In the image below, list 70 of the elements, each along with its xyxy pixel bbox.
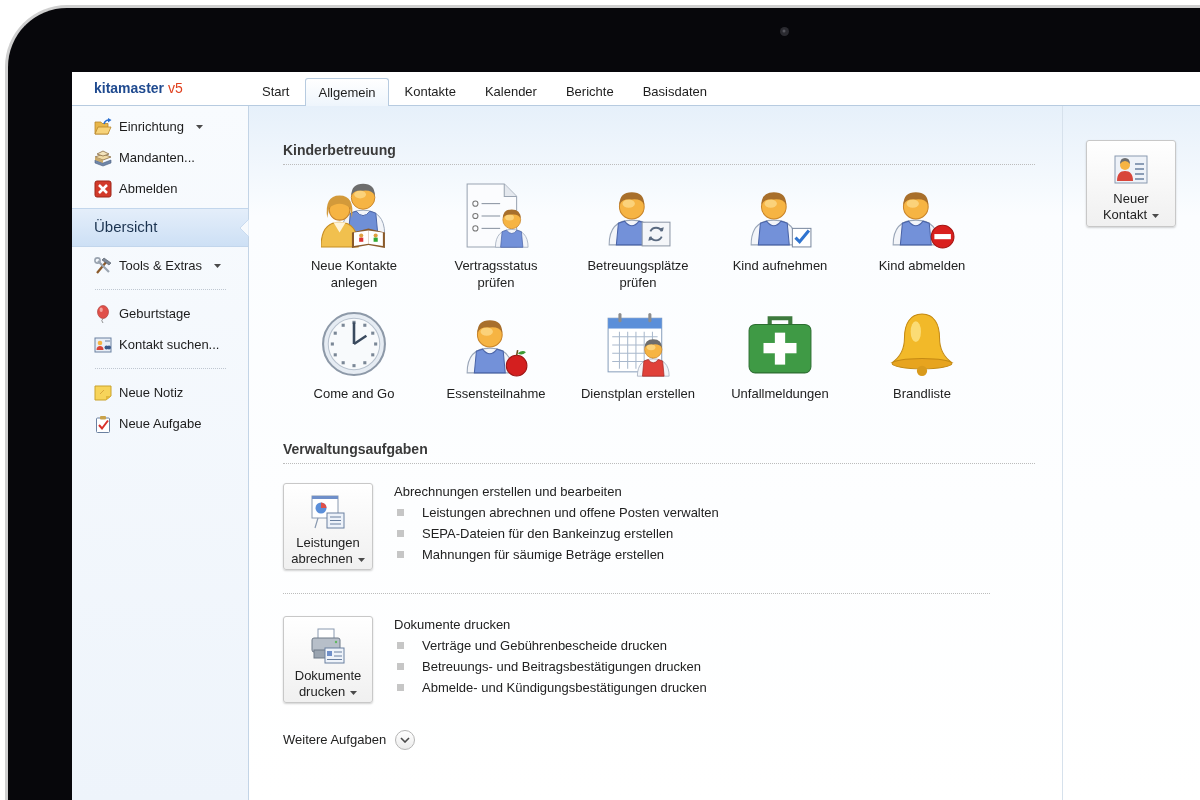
tab[interactable]: Kontakte bbox=[391, 78, 469, 105]
dropdown-button[interactable]: Dokumente drucken bbox=[283, 616, 373, 703]
balloon-icon bbox=[94, 304, 112, 323]
hammer-and-wrench-icon bbox=[94, 256, 112, 275]
task-description: Abmelde- und Kündigungsbestätigungen drucken bbox=[422, 678, 707, 697]
printer-icon bbox=[310, 628, 346, 664]
tab[interactable]: Kalender bbox=[471, 78, 550, 105]
caret-icon bbox=[350, 690, 358, 695]
shortcut-tile[interactable]: Kind aufnehmen bbox=[709, 183, 851, 274]
shortcut-tile[interactable]: Come and Go bbox=[283, 311, 425, 402]
folder-with-arrow-icon bbox=[94, 117, 112, 136]
contact-card-icon bbox=[94, 335, 112, 354]
bullet-square-icon bbox=[397, 642, 404, 649]
shortcut-tile[interactable]: Essensteilnahme bbox=[425, 311, 567, 402]
clipboard-with-checkmark-icon bbox=[94, 414, 112, 433]
task-group-title: Abrechnungen erstellen und bearbeiten bbox=[394, 483, 623, 500]
bullet-square-icon bbox=[397, 530, 404, 537]
tab[interactable]: Start bbox=[249, 78, 303, 105]
sidebar-item[interactable]: Kontakt suchen... bbox=[72, 329, 248, 360]
bullet-square-icon bbox=[397, 551, 404, 558]
task-description: Leistungen abrechnen und offene Posten verwalten bbox=[422, 503, 719, 522]
bullet-square-icon bbox=[397, 509, 404, 516]
document-with-person-icon bbox=[463, 183, 529, 249]
sidebar-item[interactable]: Tools & Extras bbox=[72, 250, 248, 281]
stacked-trays-icon bbox=[94, 148, 112, 167]
dropdown-button[interactable]: Neuer Kontakt bbox=[1086, 140, 1176, 227]
section-heading: Verwaltungsaufgaben bbox=[283, 441, 429, 458]
sidebar-item[interactable]: Geburtstage bbox=[72, 298, 248, 329]
task-description: Mahnungen für säumige Beträge erstellen bbox=[422, 545, 665, 564]
bullet-square-icon bbox=[397, 663, 404, 670]
shortcut-tile[interactable]: Dienstplan erstellen bbox=[567, 311, 709, 402]
task-group-title: Dokumente drucken bbox=[394, 616, 512, 633]
contact-card-icon bbox=[1114, 153, 1148, 187]
sidebar-item[interactable]: Neue Aufgabe bbox=[72, 408, 248, 439]
dropdown-button[interactable]: Leistungen abrechnen bbox=[283, 483, 373, 570]
section-heading: Kinderbetreuung bbox=[283, 142, 397, 159]
bullet-square-icon bbox=[397, 684, 404, 691]
shortcut-tile[interactable]: Betreuungsplätze prüfen bbox=[567, 183, 709, 291]
tab[interactable]: Allgemein bbox=[305, 78, 389, 106]
caret-icon bbox=[196, 124, 204, 129]
clock-icon bbox=[321, 311, 387, 377]
bell-icon bbox=[889, 311, 955, 377]
app-logo: kitamaster v5 bbox=[94, 79, 183, 98]
x-square-icon bbox=[94, 179, 112, 198]
tab[interactable]: Basisdaten bbox=[629, 78, 720, 105]
task-description: Betreuungs- und Beitragsbestätigungen drucken bbox=[422, 657, 701, 676]
caret-icon bbox=[1152, 213, 1160, 218]
sidebar-item[interactable]: Neue Notiz bbox=[72, 377, 248, 408]
expand-button[interactable] bbox=[395, 730, 416, 750]
tab[interactable]: Berichte bbox=[552, 78, 627, 105]
people-with-book-icon bbox=[321, 183, 387, 249]
caret-icon bbox=[357, 557, 365, 562]
more-tasks-label: Weitere Aufgaben bbox=[283, 731, 387, 750]
sidebar-nav-item[interactable]: Übersicht bbox=[72, 208, 248, 247]
shortcut-tile[interactable]: Brandliste bbox=[851, 311, 993, 402]
sticky-note-icon bbox=[94, 383, 112, 402]
camera-icon bbox=[780, 27, 789, 36]
sidebar-item[interactable]: Einrichtung bbox=[72, 111, 248, 142]
caret-icon bbox=[214, 263, 222, 268]
shortcut-tile[interactable]: Unfallmeldungen bbox=[709, 311, 851, 402]
shortcut-tile[interactable]: Kind abmelden bbox=[851, 183, 993, 274]
task-description: Verträge und Gebührenbescheide drucken bbox=[422, 636, 667, 655]
shortcut-tile[interactable]: Vertragsstatus prüfen bbox=[425, 183, 567, 291]
calendar-with-person-icon bbox=[605, 311, 671, 377]
presentation-chart-icon bbox=[310, 495, 346, 531]
shortcut-tile[interactable]: Neue Kontakte anlegen bbox=[283, 183, 425, 291]
task-description: SEPA-Dateien für den Bankeinzug erstellen bbox=[422, 524, 674, 543]
sidebar-item[interactable]: Mandanten... bbox=[72, 142, 248, 173]
chevron-down-icon bbox=[400, 737, 411, 743]
sidebar-item[interactable]: Abmelden bbox=[72, 173, 248, 204]
